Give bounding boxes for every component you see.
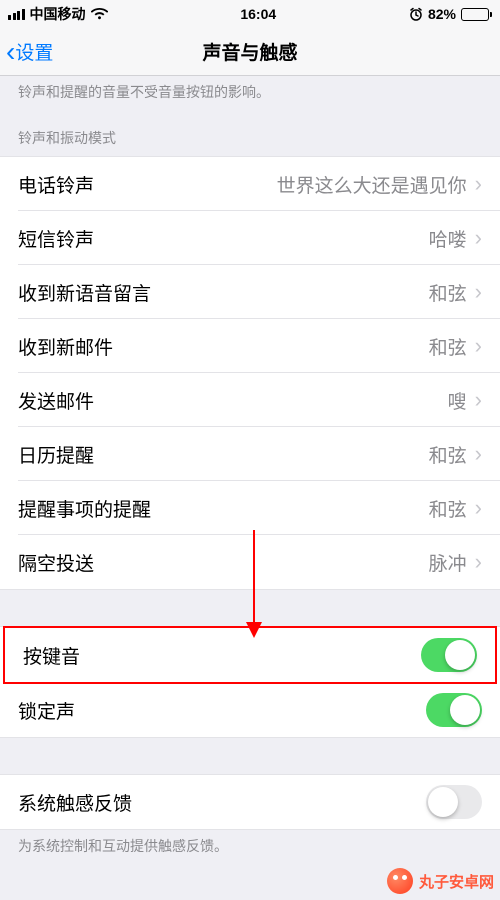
back-button[interactable]: ‹ 设置 — [6, 38, 53, 66]
status-bar: 中国移动 16:04 82% — [0, 0, 500, 28]
cell-value: 哈喽› — [429, 225, 482, 252]
section-spacer — [0, 590, 500, 626]
cell-label: 发送邮件 — [18, 387, 94, 414]
signal-icon — [8, 9, 25, 20]
cell-value: 和弦› — [429, 495, 482, 522]
chevron-right-icon: › — [475, 171, 482, 197]
watermark-logo-icon — [387, 868, 413, 894]
section-footer-haptic: 为系统控制和互动提供触感反馈。 — [0, 830, 500, 864]
cell-value: 和弦› — [429, 441, 482, 468]
cell-value: 世界这么大还是遇见你› — [277, 171, 482, 198]
chevron-right-icon: › — [475, 387, 482, 413]
cell-reminder-alerts[interactable]: 提醒事项的提醒 和弦› — [0, 481, 500, 535]
cell-label: 收到新语音留言 — [18, 279, 151, 306]
status-right: 82% — [409, 6, 492, 22]
cell-keyboard-clicks: 按键音 — [5, 628, 495, 682]
lock-sound-toggle[interactable] — [426, 693, 482, 727]
cell-airdrop[interactable]: 隔空投送 脉冲› — [0, 535, 500, 589]
cell-label: 系统触感反馈 — [18, 789, 132, 816]
cell-label: 按键音 — [23, 642, 80, 669]
cell-label: 提醒事项的提醒 — [18, 495, 151, 522]
cell-value: 和弦› — [429, 333, 482, 360]
cell-label: 锁定声 — [18, 697, 75, 724]
chevron-right-icon: › — [475, 549, 482, 575]
battery-pct: 82% — [428, 6, 456, 22]
keyboard-clicks-toggle[interactable] — [421, 638, 477, 672]
cell-label: 日历提醒 — [18, 441, 94, 468]
carrier-label: 中国移动 — [30, 4, 86, 24]
section-header-ringtone: 铃声和振动模式 — [0, 110, 500, 156]
chevron-right-icon: › — [475, 441, 482, 467]
cell-new-mail[interactable]: 收到新邮件 和弦› — [0, 319, 500, 373]
cell-new-voicemail[interactable]: 收到新语音留言 和弦› — [0, 265, 500, 319]
watermark: 丸子安卓网 — [387, 868, 494, 894]
alarm-icon — [409, 7, 423, 21]
cell-text-tone[interactable]: 短信铃声 哈喽› — [0, 211, 500, 265]
cell-system-haptics: 系统触感反馈 — [0, 775, 500, 829]
back-label: 设置 — [15, 38, 53, 65]
page-title: 声音与触感 — [202, 38, 297, 65]
sound-settings-group: 电话铃声 世界这么大还是遇见你› 短信铃声 哈喽› 收到新语音留言 和弦› 收到… — [0, 156, 500, 590]
system-haptics-toggle[interactable] — [426, 785, 482, 819]
watermark-text: 丸子安卓网 — [419, 871, 494, 892]
cell-ringtone[interactable]: 电话铃声 世界这么大还是遇见你› — [0, 157, 500, 211]
toggle-group: 按键音 锁定声 — [0, 626, 500, 738]
annotation-highlight: 按键音 — [3, 626, 497, 684]
cell-label: 短信铃声 — [18, 225, 94, 252]
nav-bar: ‹ 设置 声音与触感 — [0, 28, 500, 76]
haptic-group: 系统触感反馈 — [0, 774, 500, 830]
cell-label: 电话铃声 — [18, 171, 94, 198]
cell-value: 和弦› — [429, 279, 482, 306]
cell-calendar-alerts[interactable]: 日历提醒 和弦› — [0, 427, 500, 481]
section-spacer — [0, 738, 500, 774]
cell-label: 隔空投送 — [18, 549, 94, 576]
cell-lock-sound: 锁定声 — [0, 683, 500, 737]
chevron-right-icon: › — [475, 333, 482, 359]
status-time: 16:04 — [240, 6, 276, 22]
chevron-right-icon: › — [475, 495, 482, 521]
chevron-right-icon: › — [475, 225, 482, 251]
cell-value: 脉冲› — [429, 549, 482, 576]
battery-icon — [461, 8, 492, 21]
cell-value: 嗖› — [448, 387, 482, 414]
chevron-right-icon: › — [475, 279, 482, 305]
status-left: 中国移动 — [8, 4, 108, 24]
cell-label: 收到新邮件 — [18, 333, 113, 360]
cell-sent-mail[interactable]: 发送邮件 嗖› — [0, 373, 500, 427]
chevron-left-icon: ‹ — [6, 38, 15, 66]
section-footer-volume: 铃声和提醒的音量不受音量按钮的影响。 — [0, 76, 500, 110]
wifi-icon — [91, 8, 108, 20]
